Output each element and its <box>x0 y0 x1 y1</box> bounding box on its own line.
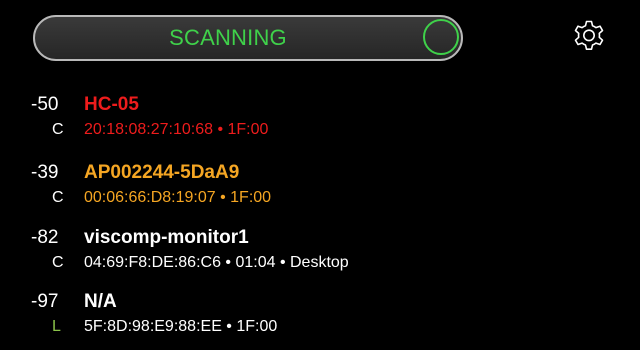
scan-indicator-ring <box>423 19 459 55</box>
device-type: C <box>52 254 64 271</box>
device-item[interactable]: -97 N/A L 5F:8D:98:E9:88:EE • 1F:00 <box>0 290 640 350</box>
device-type: L <box>52 318 61 335</box>
device-name: viscomp-monitor1 <box>84 227 249 248</box>
settings-button[interactable] <box>567 16 611 60</box>
device-item[interactable]: -50 HC-05 C 20:18:08:27:10:68 • 1F:00 <box>0 93 640 153</box>
rssi-value: -50 <box>31 94 59 115</box>
rssi-value: -97 <box>31 291 59 312</box>
device-name: HC-05 <box>84 94 139 115</box>
gear-icon <box>574 20 604 50</box>
device-type: C <box>52 121 64 138</box>
device-name: N/A <box>84 291 117 312</box>
device-address: 04:69:F8:DE:86:C6 • 01:04 • Desktop <box>84 254 349 271</box>
device-type: C <box>52 189 64 206</box>
scan-status-label: SCANNING <box>169 25 287 50</box>
device-address: 00:06:66:D8:19:07 • 1F:00 <box>84 189 272 206</box>
device-address: 20:18:08:27:10:68 • 1F:00 <box>84 121 269 138</box>
device-item[interactable]: -39 AP002244-5DaA9 C 00:06:66:D8:19:07 •… <box>0 161 640 221</box>
device-address: 5F:8D:98:E9:88:EE • 1F:00 <box>84 318 278 335</box>
rssi-value: -82 <box>31 227 59 248</box>
scan-toggle-button[interactable]: SCANNING <box>33 15 463 61</box>
rssi-value: -39 <box>31 162 59 183</box>
device-item[interactable]: -82 viscomp-monitor1 C 04:69:F8:DE:86:C6… <box>0 226 640 286</box>
device-name: AP002244-5DaA9 <box>84 162 240 183</box>
